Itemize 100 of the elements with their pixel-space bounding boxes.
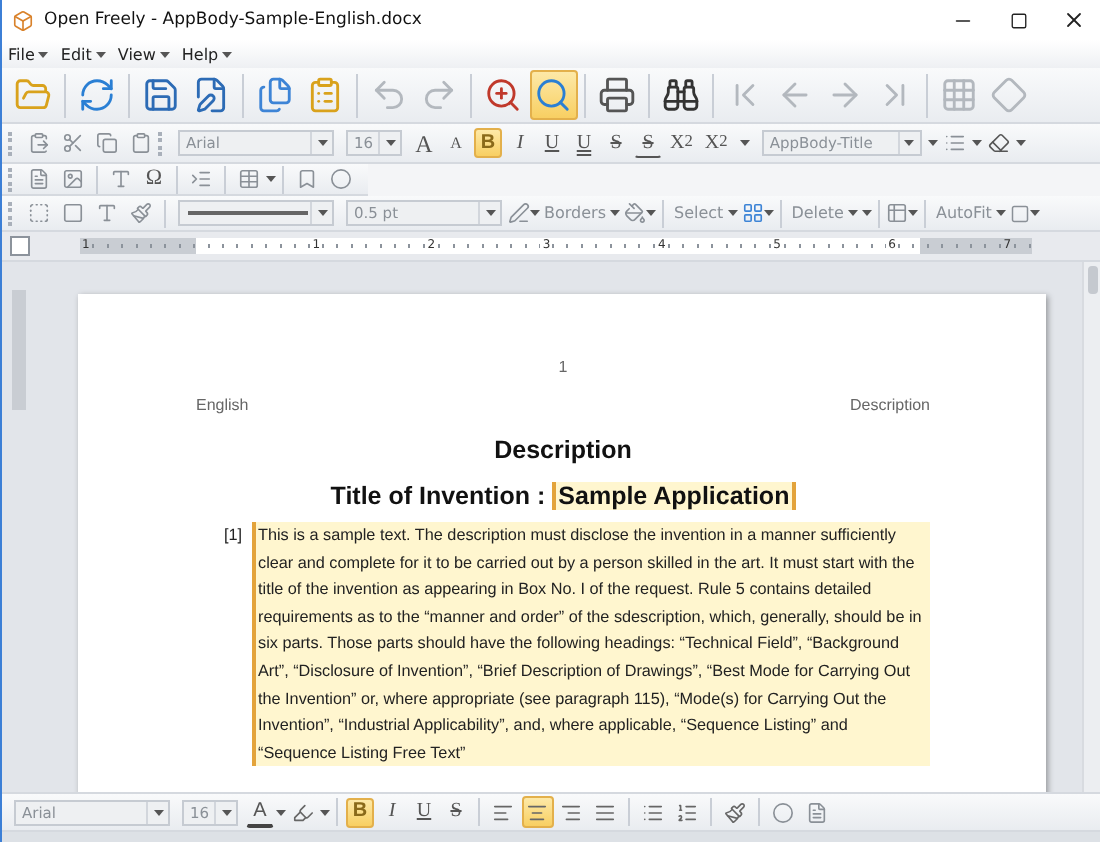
- grid-icon: [940, 76, 978, 114]
- tab-stop-icon[interactable]: [10, 236, 30, 256]
- caret-icon: [907, 210, 918, 216]
- caret-icon: [485, 210, 495, 216]
- window-title: Open Freely - AppBody-Sample-English.docx: [44, 10, 424, 30]
- format-button[interactable]: U: [570, 128, 598, 158]
- caret-icon: [266, 176, 276, 182]
- image-icon: [62, 168, 84, 190]
- clipboard-icon: [130, 132, 152, 154]
- bookmark-icon: [296, 168, 318, 190]
- symbol-button[interactable]: Ω: [140, 164, 168, 194]
- format-button[interactable]: S: [602, 128, 630, 158]
- paint-bucket-icon: [624, 202, 646, 224]
- menu-item[interactable]: File: [8, 45, 49, 63]
- format-button[interactable]: S: [442, 797, 470, 827]
- page-number: 1: [556, 358, 570, 380]
- menu-item[interactable]: Edit: [60, 45, 106, 63]
- binoculars-icon: [662, 76, 700, 114]
- page-icon: [28, 168, 50, 190]
- scissors-icon: [62, 132, 84, 154]
- caret-icon: [971, 140, 982, 146]
- folder-icon: [14, 76, 52, 114]
- caret-icon: [995, 210, 1006, 216]
- align-center-button[interactable]: [521, 796, 553, 828]
- vertical-ruler: [12, 290, 26, 410]
- pen-icon: [508, 202, 530, 224]
- format-button[interactable]: I: [378, 797, 406, 827]
- caret-icon: [739, 140, 750, 146]
- eraser-icon: [987, 132, 1010, 154]
- caret-icon: [95, 51, 106, 57]
- caret-icon: [904, 140, 915, 146]
- caret-icon: [1029, 210, 1040, 216]
- redo-icon: [420, 76, 458, 114]
- caret-icon: [153, 809, 163, 815]
- close-icon: [1062, 8, 1086, 32]
- menu-item[interactable]: Help: [181, 45, 233, 63]
- documents-icon: [256, 76, 294, 114]
- caret-icon: [610, 210, 620, 216]
- format-button[interactable]: B: [474, 128, 502, 158]
- page-icon: [806, 801, 828, 823]
- align-right-icon: [560, 801, 582, 823]
- format-button[interactable]: U: [410, 797, 438, 827]
- diamond-icon: [990, 76, 1028, 114]
- caret-icon: [276, 809, 286, 815]
- caret-icon: [727, 210, 738, 216]
- invention-title-label: Title of Invention :: [330, 482, 548, 510]
- circle-icon: [330, 168, 352, 190]
- maximize-icon: [1009, 11, 1027, 29]
- font-color-button[interactable]: A: [246, 797, 274, 827]
- paragraph-text: This is a sample text. The description must disclose the invention in a manner sufficiently clear and complete for it to be carried out by a person skilled in the art. It must start with the title of the invention as appearing in Box No. I of the request. Rule 5 contains detailed requirements as to the “manner and order” of the sdescription, which, generally, should be in six parts. Those parts should have the following headings: “Technical Field”, “Background Art”, “Disclosure of Invention”, “Brief Description of Drawings”, “Best Mode for Carrying Out the Invention” or, where appropriate (see paragraph 115), “Mode(s) for Carrying Out the Invention”, “Industrial Applicability”, and, where applicable, “Sequence Listing” and “Sequence Listing Free Text”: [252, 522, 930, 767]
- document-heading: Description: [492, 436, 634, 464]
- refresh-icon: [78, 76, 116, 114]
- header-text: English: [196, 396, 249, 414]
- printer-icon: [598, 76, 636, 114]
- frame-icon: [28, 202, 50, 224]
- line-style-field[interactable]: [178, 200, 334, 226]
- caret-icon: [763, 210, 774, 216]
- caret-icon: [221, 809, 231, 815]
- caret-icon: [159, 51, 170, 57]
- copy-button[interactable]: [91, 128, 123, 158]
- circle-icon: [772, 801, 794, 823]
- brush-button[interactable]: [125, 198, 157, 228]
- square-icon: [62, 202, 84, 224]
- caret-icon: [38, 51, 49, 57]
- line-sample-icon: [188, 210, 310, 216]
- caret-icon: [385, 140, 395, 146]
- brush-icon: [724, 801, 746, 823]
- brush-icon: [130, 202, 152, 224]
- format-button[interactable]: A: [442, 128, 470, 158]
- circle-button[interactable]: [325, 164, 357, 194]
- format-button[interactable]: A: [410, 128, 438, 158]
- indent-icon: [190, 168, 212, 190]
- highlighted-field: Sample Application: [552, 482, 796, 510]
- caret-icon: [927, 140, 938, 146]
- table-icon: [885, 202, 908, 224]
- copy-icon: [96, 132, 118, 154]
- clipboard-icon: [306, 76, 344, 114]
- document-pen-icon: [192, 76, 230, 114]
- caret-icon: [317, 210, 327, 216]
- letter-icon: [96, 202, 118, 224]
- paragraph-number: [1]: [224, 524, 245, 548]
- format-button[interactable]: S: [634, 128, 662, 158]
- format-button[interactable]: U: [538, 128, 566, 158]
- paste-icon: [28, 132, 50, 154]
- caret-icon: [646, 210, 656, 216]
- align-left-icon: [492, 801, 514, 823]
- format-button[interactable]: B: [346, 797, 374, 827]
- grid-icon: [741, 202, 764, 224]
- square-icon: [1009, 203, 1030, 223]
- highlighter-icon: [292, 801, 314, 823]
- scrollbar[interactable]: [1082, 262, 1100, 792]
- header-text: Description: [849, 396, 930, 414]
- zoom-in-icon: [484, 76, 522, 114]
- circle-button[interactable]: [767, 797, 799, 827]
- menu-item[interactable]: View: [117, 45, 170, 63]
- brush-button[interactable]: [719, 797, 751, 827]
- caret-icon: [530, 210, 540, 216]
- format-button[interactable]: I: [506, 128, 534, 158]
- search-button[interactable]: [529, 70, 577, 120]
- caret-icon: [222, 51, 233, 57]
